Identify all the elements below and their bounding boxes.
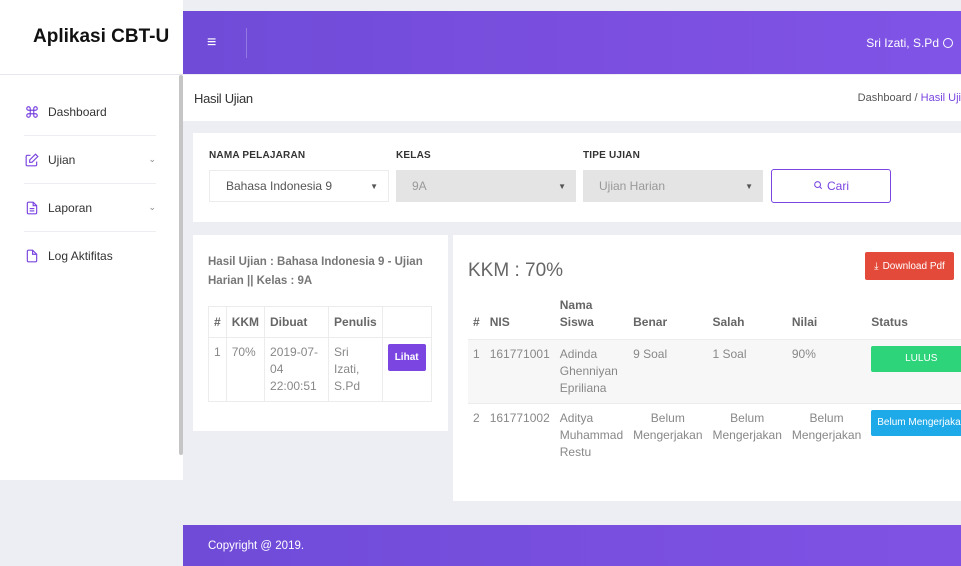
cell-nis: 161771001 [484, 339, 555, 404]
chevron-down-icon: ⌄ [148, 154, 156, 164]
cell-no: 2 [468, 403, 485, 467]
table-row: 1 70% 2019-07-04 22:00:51 Sri Izati, S.P… [208, 337, 432, 402]
app-brand[interactable]: Aplikasi CBT-U [0, 0, 183, 75]
caret-down-icon: ▼ [370, 181, 378, 191]
column-header: NIS [489, 315, 510, 329]
cell-author: Sri Izati, S.Pd [328, 337, 383, 402]
menu-toggle-icon[interactable]: ≡ [207, 27, 247, 58]
document-icon [24, 200, 40, 216]
sidebar-item-laporan[interactable]: Laporan ⌄ [24, 184, 156, 232]
footer: Copyright @ 2019. [183, 525, 961, 566]
sidebar: Aplikasi CBT-U Dashboard Ujian ⌄ Laporan… [0, 0, 183, 566]
cell-status: Belum Mengerjakan [866, 403, 961, 467]
cell-created: 2019-07-04 22:00:51 [264, 337, 330, 402]
cell-no: 1 [208, 337, 227, 402]
column-header [381, 306, 432, 338]
cell-score: 90% [786, 339, 867, 404]
user-name: Sri Izati, S.Pd [866, 35, 939, 50]
sidebar-item-ujian[interactable]: Ujian ⌄ [24, 136, 156, 184]
cell-wrong: 1 Soal [707, 339, 787, 404]
download-pdf-label: Download Pdf [882, 260, 945, 272]
sidebar-bottom [0, 480, 183, 566]
exam-type-label: TIPE UJIAN [583, 150, 641, 161]
exam-type-select[interactable]: Ujian Harian ▼ [583, 170, 763, 202]
user-dropdown-icon [943, 37, 953, 48]
table-header-row: # NIS Nama Siswa Benar Salah Nilai Statu… [468, 297, 961, 340]
table-row: 1 161771001 Adinda Ghenniyan Epriliana 9… [468, 339, 961, 404]
column-header: Salah [712, 315, 745, 329]
search-button[interactable]: Cari [771, 169, 891, 203]
sidebar-item-log-aktifitas[interactable]: Log Aktifitas [24, 232, 156, 280]
status-badge: Belum Mengerjakan [871, 410, 961, 436]
download-icon: ⤓ [874, 260, 879, 272]
sidebar-item-label: Ujian [48, 152, 76, 167]
subject-label: NAMA PELAJARAN [209, 150, 306, 161]
file-icon [24, 248, 40, 264]
edit-icon [24, 152, 40, 168]
cell-correct: Belum Mengerjakan [628, 403, 708, 467]
user-menu[interactable]: Sri Izati, S.Pd [866, 11, 953, 74]
kkm-heading: KKM : 70% [468, 260, 564, 281]
cell-name: Aditya Muhammad Restu [554, 403, 629, 467]
breadcrumb-current: Hasil Uji [920, 92, 961, 104]
status-badge: LULUS [871, 346, 961, 372]
column-header: # [208, 306, 227, 338]
column-header: Penulis [328, 306, 383, 338]
cell-nis: 161771002 [484, 403, 555, 467]
cell-kkm: 70% [225, 337, 266, 402]
page-header: Hasil Ujian Dashboard / Hasil Uji [183, 75, 961, 121]
cell-action: Lihat [381, 337, 432, 402]
search-icon [813, 179, 823, 193]
exam-summary-table: # KKM Dibuat Penulis 1 70% 2019-07-04 22… [208, 306, 432, 402]
sidebar-item-label: Log Aktifitas [48, 249, 113, 263]
column-header: Status [871, 315, 908, 329]
sidebar-scrollbar[interactable] [179, 75, 183, 455]
class-select-value: 9A [412, 179, 427, 193]
cell-score: Belum Mengerjakan [786, 403, 867, 467]
download-pdf-button[interactable]: ⤓ Download Pdf [865, 252, 954, 280]
copyright-text: Copyright @ 2019. [208, 539, 305, 552]
command-icon [24, 104, 40, 120]
sidebar-item-label: Laporan [48, 200, 93, 215]
breadcrumb-separator: / [911, 92, 921, 104]
filter-card: NAMA PELAJARAN KELAS TIPE UJIAN Bahasa I… [193, 133, 961, 222]
sidebar-item-dashboard[interactable]: Dashboard [24, 88, 156, 136]
column-header: Dibuat [264, 306, 330, 338]
subject-select[interactable]: Bahasa Indonesia 9 ▼ [209, 170, 389, 202]
results-card: KKM : 70% ⤓ Download Pdf # NIS Nama Sisw… [453, 235, 961, 501]
breadcrumb: Dashboard / Hasil Uji [858, 92, 961, 104]
class-label: KELAS [396, 150, 431, 161]
subject-select-value: Bahasa Indonesia 9 [226, 179, 333, 193]
exam-summary-card: Hasil Ujian : Bahasa Indonesia 9 - Ujian… [193, 235, 448, 431]
cell-correct: 9 Soal [628, 339, 708, 404]
caret-down-icon: ▼ [558, 181, 566, 191]
breadcrumb-home[interactable]: Dashboard [858, 92, 912, 104]
sidebar-menu: Dashboard Ujian ⌄ Laporan ⌄ Log Aktifita… [0, 88, 170, 280]
column-header: Nilai [791, 315, 818, 329]
chevron-down-icon: ⌄ [148, 202, 156, 212]
caret-down-icon: ▼ [745, 181, 753, 191]
column-header: # [473, 315, 480, 329]
cell-wrong: Belum Mengerjakan [707, 403, 787, 467]
sidebar-item-label: Dashboard [48, 104, 107, 119]
results-table: # NIS Nama Siswa Benar Salah Nilai Statu… [468, 297, 961, 467]
class-select[interactable]: 9A ▼ [396, 170, 576, 202]
cell-no: 1 [468, 339, 485, 404]
topbar: ≡ Sri Izati, S.Pd [183, 11, 961, 74]
page-title: Hasil Ujian [194, 90, 253, 106]
column-header: Benar [633, 315, 668, 329]
cell-name: Adinda Ghenniyan Epriliana [554, 339, 629, 404]
search-button-label: Cari [826, 179, 849, 193]
table-header-row: # KKM Dibuat Penulis [208, 306, 432, 338]
cell-status: LULUS [866, 339, 961, 404]
table-row: 2 161771002 Aditya Muhammad Restu Belum … [468, 403, 961, 467]
column-header: Nama Siswa [559, 298, 594, 329]
exam-summary-heading: Hasil Ujian : Bahasa Indonesia 9 - Ujian… [208, 256, 423, 287]
view-button[interactable]: Lihat [387, 344, 426, 371]
column-header: KKM [225, 306, 266, 338]
exam-type-select-value: Ujian Harian [599, 179, 666, 193]
